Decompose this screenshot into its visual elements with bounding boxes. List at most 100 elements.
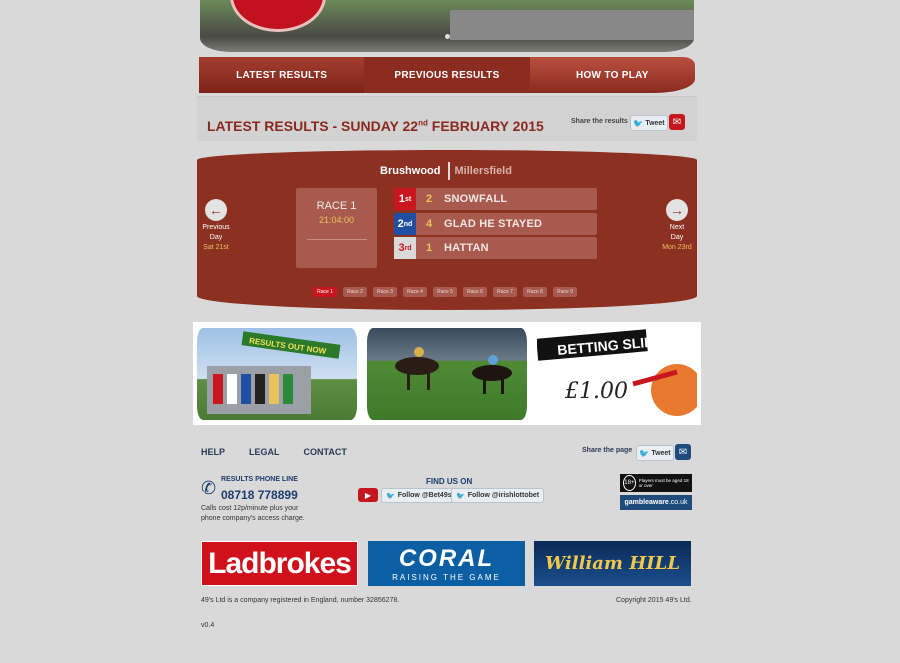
betting-slip-illustration: BETTING SLIP £1.00 [537,329,697,416]
twitter-icon: 🐦 [456,492,465,500]
footer-link-legal[interactable]: LEGAL [249,447,280,457]
next-day-line1: Next [669,224,685,231]
footer-links: HELP LEGAL CONTACT [201,447,347,457]
gambleaware-suffix: .co.uk [668,499,688,506]
results-out-now-image[interactable]: RESULTS OUT NOW [197,328,357,420]
age-restriction-badge: 18+ Players must be aged 18 or over [620,474,692,492]
49s-logo [230,0,326,32]
race-link-3[interactable]: Race 3 [373,287,397,297]
race-link-4[interactable]: Race 4 [403,287,427,297]
phone-number[interactable]: 08718 778899 [221,488,298,502]
follow-irishlottobet-button[interactable]: 🐦 Follow @irishlottobet [451,488,545,503]
race-link-8[interactable]: Race 8 [523,287,547,297]
results-panel: Brushwood Millersfield ← Previous Day Sat… [197,150,697,310]
previous-day-label[interactable]: Previous Day Sat 21st [196,223,236,253]
tweet-button[interactable]: 🐦 Tweet [630,115,668,131]
previous-day-date: Sat 21st [203,244,229,251]
find-us-label: FIND US ON [426,477,473,486]
carousel-dot[interactable] [445,34,450,39]
age-18-icon: 18+ [623,475,636,491]
phone-icon: ✆ [201,478,217,498]
follow-bet49s-label: Follow @Bet49s [397,492,452,499]
race-name: RACE 1 [316,200,357,212]
race-divider [306,239,367,240]
coral-tagline: RAISING THE GAME [392,573,501,582]
race-link-1[interactable]: Race 1 [313,287,337,297]
ladbrokes-logo[interactable]: Ladbrokes [201,541,358,586]
twitter-icon: 🐦 [639,448,650,458]
position-badge: 2nd [394,213,416,235]
tweet-label: Tweet [651,449,671,457]
footer-link-contact[interactable]: CONTACT [304,447,347,457]
gambleaware-link[interactable]: gambleaware .co.uk [620,495,692,510]
track-switcher: Brushwood Millersfield [380,162,512,180]
gambleaware-label: gambleaware [624,499,669,506]
next-day-label[interactable]: Next Day Mon 23rd [657,223,697,253]
email-share-icon[interactable]: ✉ [669,114,685,130]
race-selector: Race 1 Race 2 Race 3 Race 4 Race 5 Race … [313,287,577,297]
tab-latest-results[interactable]: LATEST RESULTS [199,57,365,93]
promo-strip: RESULTS OUT NOW BETTING SLIP £1.00 [193,322,701,425]
coral-logo[interactable]: CORAL RAISING THE GAME [368,541,525,586]
runner-name: GLAD HE STAYED [444,218,543,230]
next-day-arrow-icon[interactable]: → [666,199,688,221]
horse-racing-image[interactable] [367,328,527,420]
race-link-6[interactable]: Race 6 [463,287,487,297]
william-hill-text: William HILL [545,553,680,574]
email-share-icon[interactable]: ✉ [675,444,691,460]
race-info-box: RACE 1 21:04:00 [296,188,377,268]
race-link-2[interactable]: Race 2 [343,287,367,297]
company-registration: 49's Ltd is a company registered in Engl… [201,597,400,604]
next-day-line2: Day [670,234,684,241]
race-time: 21:04:00 [318,215,355,225]
tab-how-to-play[interactable]: HOW TO PLAY [530,57,695,93]
runner-name: SNOWFALL [444,193,508,205]
previous-day-line1: Previous [202,224,230,231]
twitter-icon: 🐦 [386,492,395,500]
result-row-second: 2nd 4 GLAD HE STAYED [394,213,597,235]
position-badge: 3rd [394,237,416,259]
coral-text: CORAL [398,545,495,572]
tab-previous-results[interactable]: PREVIOUS RESULTS [364,57,530,93]
race-link-5[interactable]: Race 5 [433,287,457,297]
footer-tweet-button[interactable]: 🐦 Tweet [636,445,674,461]
page-title: LATEST RESULTS - SUNDAY 22nd FEBRUARY 20… [207,118,544,134]
previous-day-line2: Day [209,234,223,241]
phone-line-title: RESULTS PHONE LINE [221,476,298,483]
track-divider [447,162,450,180]
runner-number: 2 [426,193,433,205]
phone-call-cost: Calls cost 12p/minute plus your phone co… [201,505,305,522]
runner-name: HATTAN [444,242,489,254]
main-tabs: LATEST RESULTS PREVIOUS RESULTS HOW TO P… [199,57,695,93]
youtube-icon[interactable]: ▶ [358,488,378,502]
previous-day-arrow-icon[interactable]: ← [205,199,227,221]
position-badge: 1st [394,188,416,210]
share-results-label: Share the results [571,118,628,125]
race-link-9[interactable]: Race 9 [553,287,577,297]
track-brushwood[interactable]: Brushwood [380,165,441,177]
result-row-third: 3rd 1 HATTAN [394,237,597,259]
ladbrokes-text: Ladbrokes [208,546,352,580]
footer-link-help[interactable]: HELP [201,447,225,457]
version-label: v0.4 [201,622,215,629]
starting-gates-illustration: RESULTS OUT NOW [207,331,341,414]
result-row-first: 1st 2 SNOWFALL [394,188,597,210]
runner-number: 4 [426,218,433,230]
twitter-icon: 🐦 [633,118,644,128]
horses-illustration [395,347,512,394]
copyright: Copyright 2015 49's Ltd. [616,597,692,604]
share-page-label: Share the page [582,447,633,454]
race-image [450,10,694,40]
next-day-date: Mon 23rd [662,244,692,251]
follow-bet49s-button[interactable]: 🐦 Follow @Bet49s [381,488,457,503]
latest-results-header: LATEST RESULTS - SUNDAY 22nd FEBRUARY 20… [197,96,697,141]
race-link-7[interactable]: Race 7 [493,287,517,297]
tweet-label: Tweet [645,119,665,127]
age-restriction-text: Players must be aged 18 or over [638,478,689,488]
runner-number: 1 [426,242,433,254]
betting-slip-image[interactable]: BETTING SLIP £1.00 [537,328,697,420]
william-hill-logo[interactable]: William HILL [534,541,691,586]
slip-amount: £1.00 [564,379,628,404]
follow-irishlottobet-label: Follow @irishlottobet [467,492,540,499]
track-millersfield[interactable]: Millersfield [455,165,512,177]
